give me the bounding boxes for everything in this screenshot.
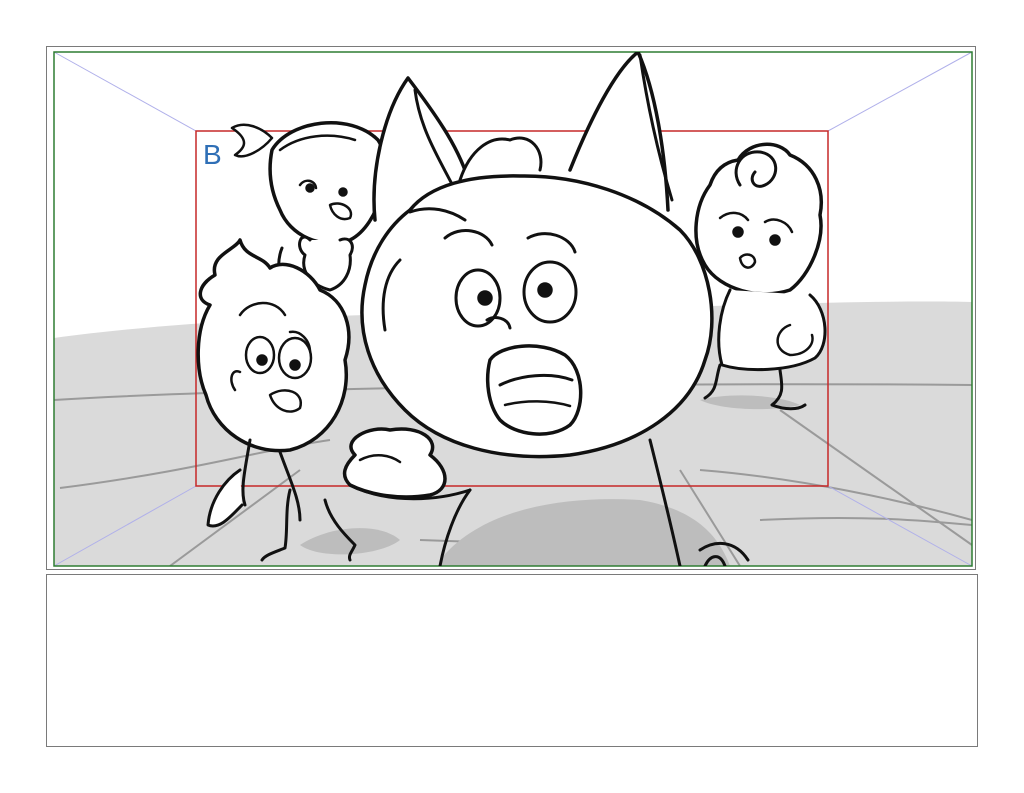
camera-label: B	[203, 139, 222, 170]
notes-box[interactable]	[46, 574, 978, 747]
